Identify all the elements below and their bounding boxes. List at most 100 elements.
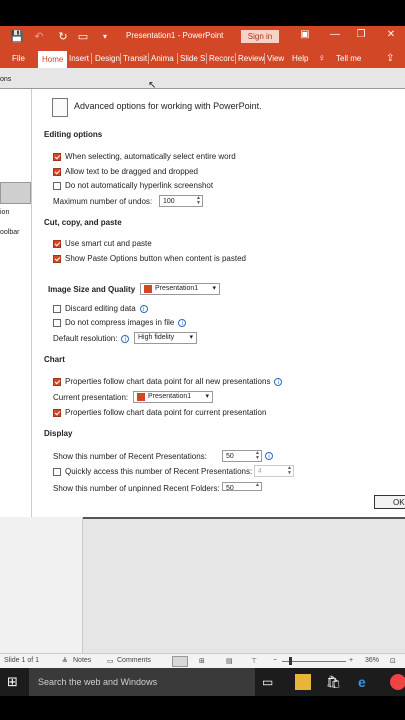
undo-icon[interactable]: ↶ (32, 30, 46, 44)
restore-button[interactable]: ❐ (352, 29, 370, 40)
ok-button[interactable]: OK (374, 495, 405, 509)
option-drag-drop[interactable]: Allow text to be dragged and dropped (53, 167, 198, 176)
unpinned-folders-value: 50 (226, 485, 234, 492)
tab-home[interactable]: Home (38, 51, 68, 68)
tab-file[interactable]: File (12, 51, 25, 66)
info-icon[interactable]: i (121, 334, 130, 343)
option-quick-access-recent[interactable]: Quickly access this number of Recent Pre… (53, 467, 252, 476)
recent-presentations-label: Show this number of Recent Presentations… (53, 452, 207, 461)
task-view-icon[interactable]: ▭ (262, 674, 278, 690)
top-black-bar (0, 0, 405, 26)
option-chart-current-presentation[interactable]: Properties follow chart data point for c… (53, 408, 266, 417)
nav-item-customize-ribbon[interactable]: ion (0, 209, 9, 216)
current-presentation-dropdown[interactable]: Presentation1 ▾ (133, 391, 213, 403)
tab-animations[interactable]: Anima (151, 51, 174, 66)
option-paste-options-button[interactable]: Show Paste Options button when content i… (53, 254, 246, 263)
checkbox[interactable] (53, 318, 61, 327)
unpinned-folders-spinner[interactable]: 50 ▲ (222, 482, 262, 492)
reading-view-icon[interactable]: ▤ (226, 657, 233, 665)
option-label: Use smart cut and paste (65, 239, 152, 248)
tab-record[interactable]: Recorc (209, 51, 234, 66)
image-quality-file-dropdown[interactable]: Presentation1 ▾ (140, 283, 220, 295)
tab-view[interactable]: View (267, 51, 284, 66)
store-icon[interactable]: 🛍 (326, 674, 342, 690)
nav-item-advanced-selected[interactable] (0, 182, 31, 204)
checkbox[interactable] (53, 239, 61, 248)
close-button[interactable]: ✕ (382, 29, 400, 40)
ribbon-display-options-icon[interactable]: ▣ (296, 29, 314, 40)
option-select-entire-word[interactable]: When selecting, automatically select ent… (53, 152, 236, 161)
checkbox[interactable] (53, 408, 61, 417)
sign-in-button[interactable]: Sign in (241, 30, 279, 43)
current-presentation-label: Current presentation: (53, 393, 129, 402)
undo-count-spinner[interactable]: 100 ▲ ▼ (159, 195, 203, 207)
tab-review[interactable]: Review (238, 51, 264, 66)
customize-qat-icon[interactable]: ▾ (98, 30, 112, 44)
nav-item-options[interactable]: ons (0, 76, 11, 83)
zoom-in-icon[interactable]: + (349, 657, 353, 664)
option-smart-cut-paste[interactable]: Use smart cut and paste (53, 239, 152, 248)
tab-transitions[interactable]: Transit (123, 51, 147, 66)
spinner-arrows-icon[interactable]: ▲ ▼ (287, 466, 292, 476)
option-chart-new-presentations[interactable]: Properties follow chart data point for a… (53, 377, 283, 386)
spinner-arrows-icon[interactable]: ▲ ▼ (196, 196, 201, 206)
option-discard-editing-data[interactable]: Discard editing data i (53, 304, 148, 313)
chevron-down-icon: ▾ (189, 334, 193, 341)
share-icon[interactable]: ⇪ (386, 51, 394, 66)
recent-presentations-spinner[interactable]: 50 ▲ ▼ (222, 450, 262, 462)
dropdown-value: Presentation1 (148, 393, 192, 400)
zoom-slider-thumb[interactable] (289, 657, 292, 665)
checkbox[interactable] (53, 467, 61, 476)
default-resolution-dropdown[interactable]: High fidelity ▾ (134, 332, 197, 344)
save-icon[interactable]: 💾 (10, 30, 24, 44)
tab-slide-show[interactable]: Slide S (180, 51, 205, 66)
checkbox[interactable] (53, 254, 61, 263)
slide-counter: Slide 1 of 1 (4, 657, 40, 664)
tell-me-box[interactable]: Tell me (336, 51, 361, 66)
edge-browser-icon[interactable]: e (358, 674, 374, 690)
spinner-arrows-icon[interactable]: ▲ ▼ (255, 451, 260, 461)
status-bar: Slide 1 of 1 ≜ Notes ▭ Comments ⊞ ▤ ⊤ − … (0, 653, 405, 669)
spinner-arrows-icon[interactable]: ▲ (255, 483, 260, 488)
option-no-hyperlink-screenshot[interactable]: Do not automatically hyperlink screensho… (53, 181, 213, 190)
file-explorer-icon[interactable] (295, 674, 311, 690)
taskbar-search-box[interactable]: Search the web and Windows (29, 668, 255, 696)
info-icon[interactable]: i (265, 452, 273, 460)
nav-item-quick-access-toolbar[interactable]: oolbar (0, 229, 19, 236)
windows-start-icon[interactable]: ⊞ (7, 674, 23, 690)
tab-insert[interactable]: Insert (69, 51, 89, 66)
redo-icon[interactable]: ↻ (56, 30, 70, 44)
option-label: Default resolution: (53, 334, 118, 343)
tab-design[interactable]: Design (95, 51, 120, 66)
quick-access-value: 4 (258, 468, 262, 475)
minimize-button[interactable]: — (326, 29, 344, 40)
zoom-level[interactable]: 36% (365, 657, 379, 664)
normal-view-icon[interactable] (172, 656, 188, 667)
info-icon[interactable]: i (178, 318, 187, 327)
image-size-quality-header: Image Size and Quality (48, 285, 136, 294)
checkbox[interactable] (53, 304, 61, 313)
option-no-compress-images[interactable]: Do not compress images in file i (53, 318, 187, 327)
info-icon[interactable]: i (139, 304, 148, 313)
chrome-browser-icon[interactable] (390, 674, 405, 690)
comments-button[interactable]: Comments (117, 657, 151, 664)
slideshow-icon[interactable]: ⊤ (251, 657, 257, 665)
slide-thumbnails-pane[interactable] (0, 517, 83, 653)
notes-icon[interactable]: ≜ (62, 657, 68, 665)
chevron-down-icon: ▾ (212, 285, 216, 292)
notes-button[interactable]: Notes (73, 657, 91, 664)
checkbox[interactable] (53, 377, 61, 386)
start-from-beginning-icon[interactable]: ▭ (76, 30, 90, 44)
info-icon[interactable]: i (274, 377, 283, 386)
checkbox[interactable] (53, 181, 61, 190)
fit-to-window-icon[interactable]: ⊡ (390, 657, 396, 665)
checkbox[interactable] (53, 167, 61, 176)
checkbox[interactable] (53, 152, 61, 161)
slide-sorter-icon[interactable]: ⊞ (199, 657, 205, 665)
option-label: Allow text to be dragged and dropped (65, 167, 198, 176)
quick-access-spinner[interactable]: 4 ▲ ▼ (254, 465, 294, 477)
tab-help[interactable]: Help (292, 51, 308, 66)
chart-header: Chart (44, 355, 65, 364)
comments-icon[interactable]: ▭ (107, 657, 114, 665)
zoom-out-icon[interactable]: − (273, 657, 277, 664)
